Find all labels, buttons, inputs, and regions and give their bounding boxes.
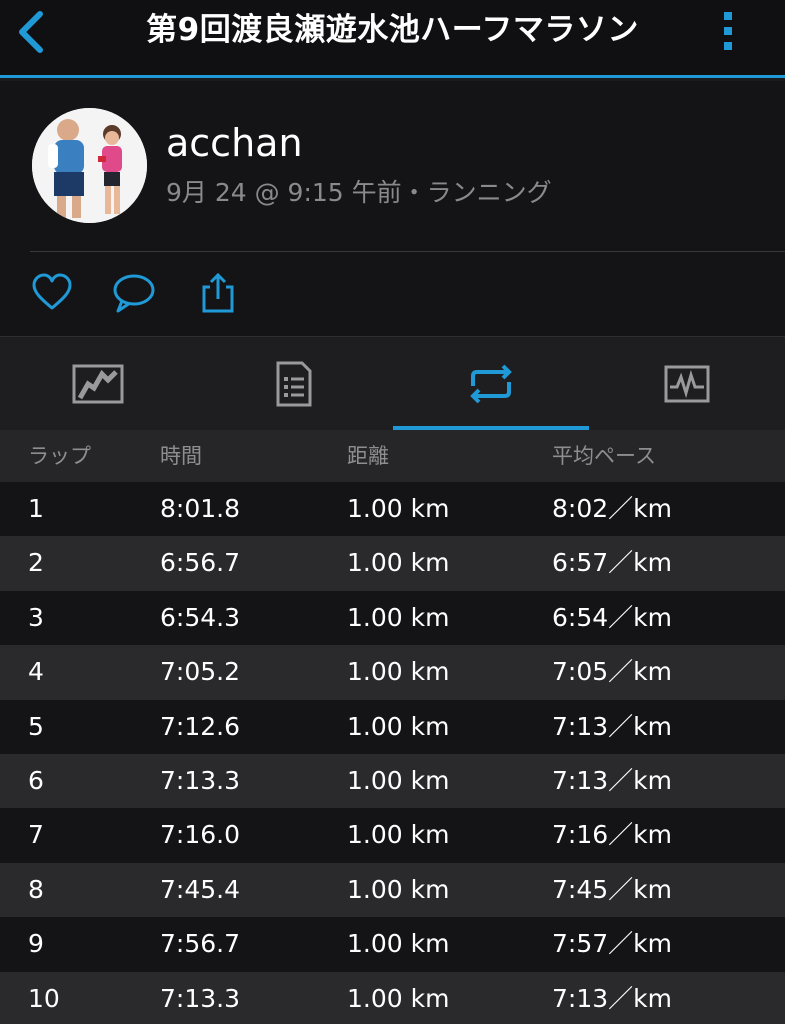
table-body: 1 8:01.8 1.00 km 8:02／km 2 6:56.7 1.00 k…	[0, 482, 785, 1024]
tab-laps[interactable]	[393, 337, 589, 431]
lap-distance: 1.00 km	[347, 548, 450, 578]
app-bar: 第9回渡良瀬遊水池ハーフマラソン	[0, 0, 785, 78]
comment-icon	[113, 274, 155, 313]
like-button[interactable]	[30, 271, 74, 315]
lap-number: 7	[28, 820, 44, 850]
column-header-lap[interactable]: ラップ	[28, 430, 91, 482]
lap-distance: 1.00 km	[347, 657, 450, 687]
lap-time: 6:54.3	[160, 602, 240, 632]
table-row[interactable]: 5 7:12.6 1.00 km 7:13／km	[0, 699, 785, 754]
lap-distance: 1.00 km	[347, 874, 450, 904]
lap-number: 8	[28, 874, 44, 904]
lap-time: 7:56.7	[160, 929, 240, 959]
lap-number: 9	[28, 929, 44, 959]
table-row[interactable]: 8 7:45.4 1.00 km 7:45／km	[0, 862, 785, 918]
lap-number: 1	[28, 494, 44, 523]
table-row[interactable]: 7 7:16.0 1.00 km 7:16／km	[0, 808, 785, 863]
lap-pace: 7:05／km	[552, 657, 672, 687]
username[interactable]: acchan	[166, 121, 303, 165]
lap-pace: 6:57／km	[552, 548, 672, 578]
lap-pace: 6:54／km	[552, 602, 672, 632]
back-button[interactable]	[10, 4, 56, 60]
lap-time: 6:56.7	[160, 548, 240, 578]
lap-time: 7:13.3	[160, 765, 240, 795]
table-header: ラップ 時間 距離 平均ペース	[0, 430, 785, 482]
table-row[interactable]: 4 7:05.2 1.00 km 7:05／km	[0, 645, 785, 700]
divider	[30, 251, 785, 252]
column-header-distance[interactable]: 距離	[347, 430, 389, 482]
lap-time: 7:13.3	[160, 983, 240, 1013]
lap-distance: 1.00 km	[347, 602, 450, 632]
lap-pace: 7:13／km	[552, 711, 672, 741]
table-row[interactable]: 1 8:01.8 1.00 km 8:02／km	[0, 482, 785, 537]
lap-number: 10	[28, 983, 60, 1013]
more-menu-button[interactable]	[711, 6, 745, 56]
lap-time: 7:12.6	[160, 711, 240, 741]
tab-details[interactable]	[196, 337, 392, 431]
lap-time: 7:16.0	[160, 820, 240, 850]
laps-table: ラップ 時間 距離 平均ペース 1 8:01.8 1.00 km 8:02／km…	[0, 430, 785, 1024]
lap-pace: 8:02／km	[552, 494, 672, 523]
table-row[interactable]: 3 6:54.3 1.00 km 6:54／km	[0, 590, 785, 646]
lap-number: 6	[28, 765, 44, 795]
heart-icon	[32, 273, 72, 310]
lap-distance: 1.00 km	[347, 983, 450, 1013]
avatar[interactable]	[32, 108, 147, 223]
chevron-left-icon	[19, 11, 43, 53]
tab-chart[interactable]	[589, 337, 785, 431]
lap-distance: 1.00 km	[347, 765, 450, 795]
lap-time: 7:05.2	[160, 657, 240, 687]
lap-distance: 1.00 km	[347, 711, 450, 741]
lap-number: 3	[28, 602, 44, 632]
vertical-dots-icon	[724, 12, 732, 50]
lap-pace: 7:57／km	[552, 929, 672, 959]
map-icon	[72, 364, 124, 404]
lap-pace: 7:13／km	[552, 983, 672, 1013]
table-row[interactable]: 9 7:56.7 1.00 km 7:57／km	[0, 917, 785, 972]
table-row[interactable]: 6 7:13.3 1.00 km 7:13／km	[0, 753, 785, 809]
table-row[interactable]: 2 6:56.7 1.00 km 6:57／km	[0, 536, 785, 591]
activity-meta: 9月 24 @ 9:15 午前・ランニング	[166, 178, 552, 207]
share-icon	[202, 272, 234, 313]
comment-button[interactable]	[112, 271, 156, 315]
lap-pace: 7:45／km	[552, 874, 672, 904]
lap-distance: 1.00 km	[347, 820, 450, 850]
details-icon	[276, 361, 312, 407]
lap-distance: 1.00 km	[347, 494, 450, 523]
column-header-time[interactable]: 時間	[160, 430, 202, 482]
table-row[interactable]: 10 7:13.3 1.00 km 7:13／km	[0, 971, 785, 1024]
laps-icon	[470, 364, 512, 404]
activity-header: acchan 9月 24 @ 9:15 午前・ランニング	[0, 81, 785, 336]
lap-number: 2	[28, 548, 44, 578]
tab-map[interactable]	[0, 337, 196, 431]
lap-time: 8:01.8	[160, 494, 240, 523]
lap-number: 5	[28, 711, 44, 741]
tab-bar	[0, 336, 785, 430]
chart-icon	[664, 365, 710, 403]
lap-time: 7:45.4	[160, 874, 240, 904]
page-title: 第9回渡良瀬遊水池ハーフマラソン	[146, 12, 639, 48]
lap-distance: 1.00 km	[347, 929, 450, 959]
share-button[interactable]	[196, 271, 240, 315]
lap-pace: 7:16／km	[552, 820, 672, 850]
lap-number: 4	[28, 657, 44, 687]
column-header-pace[interactable]: 平均ペース	[552, 430, 656, 482]
lap-pace: 7:13／km	[552, 765, 672, 795]
